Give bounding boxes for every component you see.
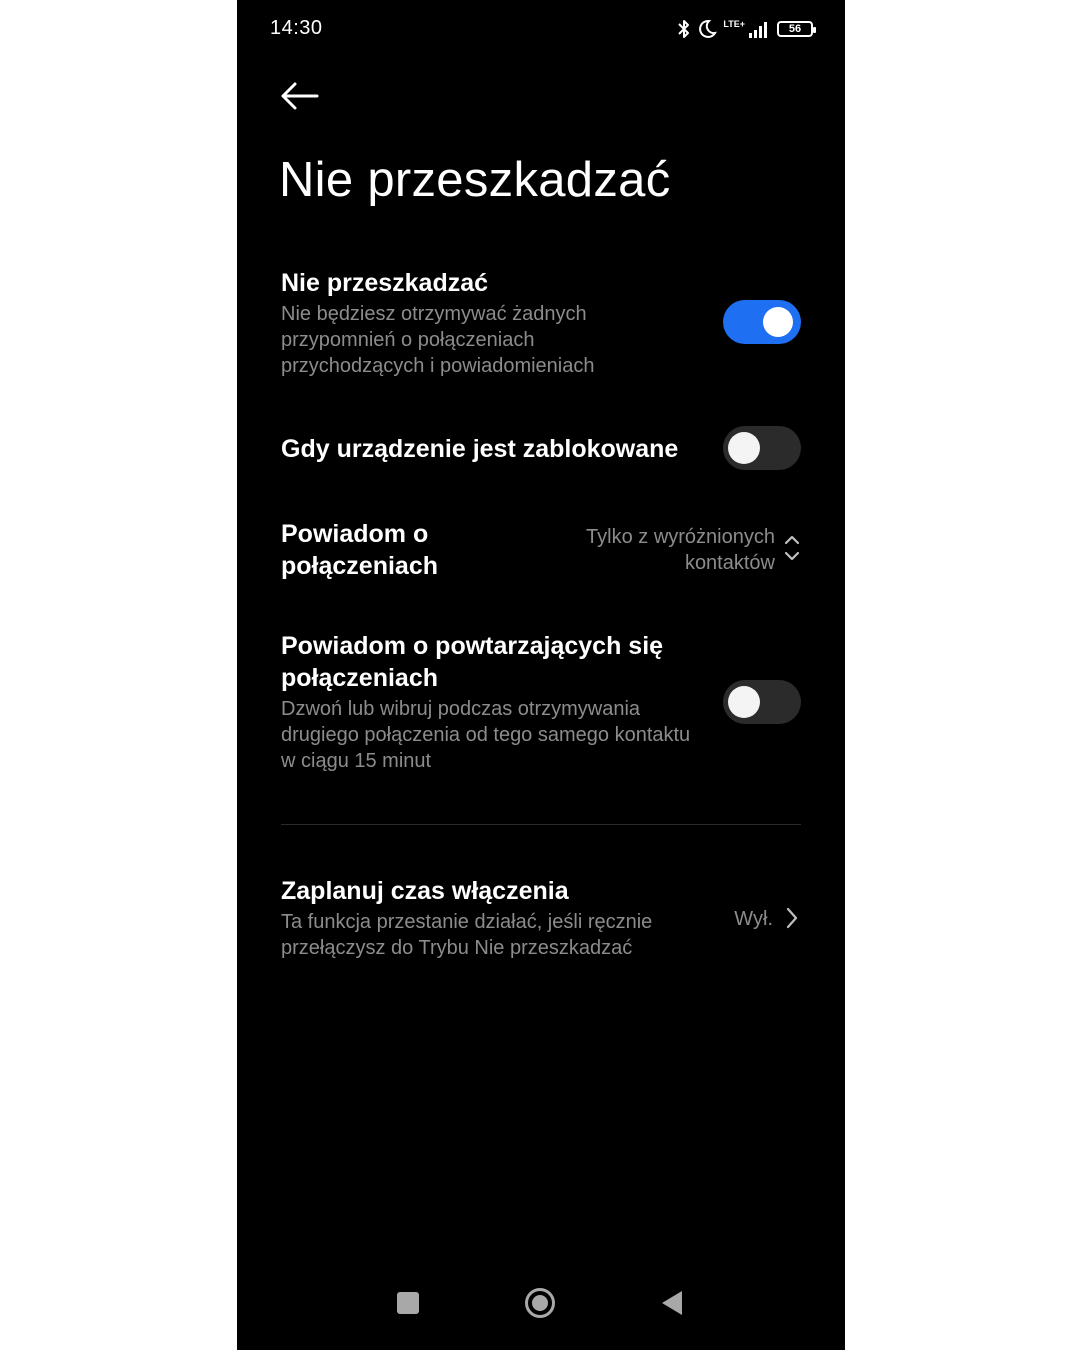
- recent-apps-button[interactable]: [397, 1292, 419, 1314]
- bluetooth-icon: [678, 20, 690, 38]
- page-title: Nie przeszkadzać: [279, 153, 671, 207]
- dnd-description: Nie będziesz otrzymywać żadnych przypomn…: [281, 303, 595, 377]
- dnd-toggle[interactable]: [723, 300, 801, 344]
- status-icons: LTE+ 56: [677, 16, 816, 42]
- network-type: LTE+: [723, 19, 745, 29]
- repeat-setting-row[interactable]: Powiadom o powtarzających się połączenia…: [281, 630, 701, 774]
- repeat-title: Powiadom o powtarzających się połączenia…: [281, 632, 664, 692]
- schedule-value[interactable]: Wył.: [677, 906, 773, 932]
- toggle-knob: [728, 432, 760, 464]
- locked-toggle[interactable]: [723, 426, 801, 470]
- calls-value[interactable]: Tylko z wyróżnionych kontaktów: [553, 524, 775, 576]
- battery-icon: 56: [777, 21, 816, 37]
- arrow-left-icon: [281, 82, 319, 110]
- repeat-description: Dzwoń lub wibruj podczas otrzymywania dr…: [281, 698, 691, 772]
- chevron-right-icon[interactable]: [785, 906, 799, 930]
- schedule-title: Zaplanuj czas włączenia: [281, 877, 569, 905]
- dnd-title: Nie przeszkadzać: [281, 269, 489, 297]
- signal-icon: [749, 22, 767, 38]
- phone-screen: 14:30 LTE+ 56 Nie przeszkadzać Nie przes…: [237, 0, 845, 1350]
- home-button[interactable]: [524, 1287, 556, 1319]
- battery-level: 56: [788, 23, 802, 35]
- schedule-description: Ta funkcja przestanie działać, jeśli ręc…: [281, 911, 653, 959]
- navigation-bar: [237, 1270, 845, 1350]
- back-button[interactable]: [277, 76, 321, 116]
- repeat-toggle[interactable]: [723, 680, 801, 724]
- calls-title: Powiadom o połączeniach: [281, 520, 438, 580]
- section-divider: [281, 824, 801, 825]
- toggle-knob: [728, 686, 760, 718]
- status-time: 14:30: [270, 17, 323, 39]
- back-nav-button[interactable]: [661, 1290, 683, 1316]
- schedule-setting-row[interactable]: Zaplanuj czas włączenia Ta funkcja przes…: [281, 875, 711, 961]
- calls-setting-row[interactable]: Powiadom o połączeniach: [281, 518, 501, 582]
- expand-collapse-icon[interactable]: [783, 533, 801, 563]
- toggle-knob: [763, 307, 793, 337]
- moon-icon: [699, 19, 718, 38]
